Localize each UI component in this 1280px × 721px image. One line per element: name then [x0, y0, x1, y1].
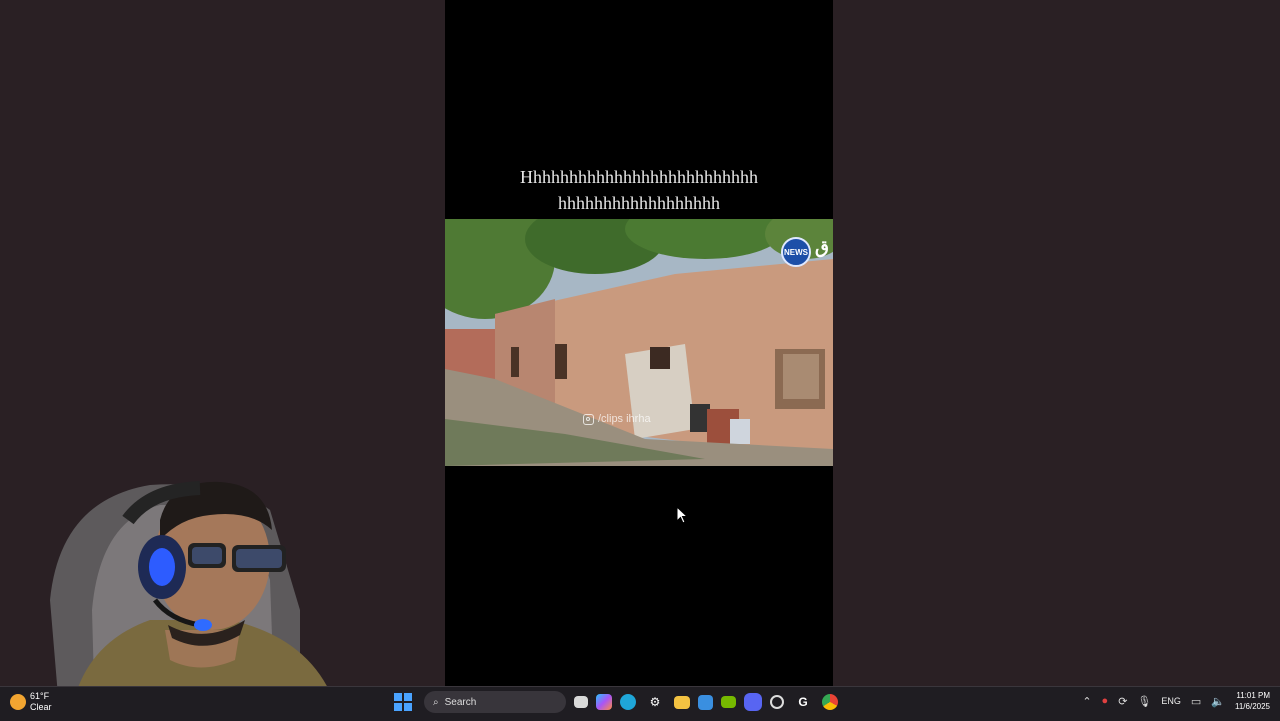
video-frame-illustration: [445, 219, 833, 466]
tray-app-icon[interactable]: ●: [1102, 695, 1109, 707]
instagram-watermark: /clips ihrha: [583, 413, 651, 425]
search-label: Search: [444, 696, 477, 708]
weather-moon-icon: [10, 694, 26, 710]
taskbar-clock[interactable]: 11:01 PM 11/6/2025: [1235, 690, 1270, 712]
windows-logo-icon: [394, 693, 402, 701]
channel-logo-glyph: ق: [815, 237, 829, 257]
clock-date: 11/6/2025: [1235, 702, 1270, 711]
weather-temperature: 61°F: [30, 691, 50, 701]
weather-condition: Clear: [30, 702, 52, 712]
network-icon[interactable]: ▭: [1191, 695, 1201, 708]
news-logo-badge: NEWS: [781, 237, 811, 267]
epic-games-icon[interactable]: G: [792, 691, 814, 713]
chrome-icon[interactable]: [822, 694, 838, 710]
video-clip[interactable]: NEWS ق /clips ihrha: [445, 219, 833, 466]
clock-time: 11:01 PM: [1236, 691, 1270, 700]
search-icon: ⌕: [433, 696, 439, 708]
taskbar-search[interactable]: ⌕ Search: [424, 691, 566, 713]
chevron-up-icon[interactable]: ⌃: [1082, 695, 1091, 708]
file-explorer-icon[interactable]: [674, 695, 690, 709]
webcam-overlay: [50, 481, 340, 720]
caption-line-2: hhhhhhhhhhhhhhhhhh: [558, 193, 720, 213]
system-tray: ⌃ ● ⟳ 🎙 ENG ▭ 🔈 11:01 PM 11/6/2025: [1082, 690, 1270, 712]
copilot-icon[interactable]: [596, 694, 612, 710]
video-panel[interactable]: Hhhhhhhhhhhhhhhhhhhhhhhhhh hhhhhhhhhhhhh…: [445, 0, 833, 686]
mouse-cursor-icon: [676, 506, 688, 524]
nvidia-icon[interactable]: [721, 696, 736, 708]
sync-icon[interactable]: ⟳: [1118, 695, 1127, 708]
watermark-handle: /clips ihrha: [598, 413, 651, 425]
language-indicator[interactable]: ENG: [1161, 696, 1181, 706]
steam-icon[interactable]: ⚙: [644, 691, 666, 713]
start-button[interactable]: [394, 693, 412, 711]
taskbar-apps: ⌕ Search ⚙ G: [394, 691, 838, 713]
microsoft-store-icon[interactable]: [698, 694, 713, 710]
instagram-icon: [583, 413, 594, 425]
post-caption: Hhhhhhhhhhhhhhhhhhhhhhhhhh hhhhhhhhhhhhh…: [445, 164, 833, 216]
weather-widget[interactable]: 61°F Clear: [10, 691, 52, 713]
caption-line-1: Hhhhhhhhhhhhhhhhhhhhhhhhhh: [520, 167, 758, 187]
obs-icon[interactable]: [770, 695, 784, 709]
microphone-icon[interactable]: 🎙: [1137, 695, 1151, 708]
volume-icon[interactable]: 🔈: [1211, 695, 1225, 708]
windows-taskbar: 61°F Clear ⌕ Search ⚙ G ⌃ ● ⟳ 🎙 ENG ▭ 🔈 …: [0, 686, 1280, 721]
discord-icon[interactable]: [744, 693, 762, 711]
edge-icon[interactable]: [620, 694, 636, 710]
task-view-icon[interactable]: [574, 696, 588, 708]
